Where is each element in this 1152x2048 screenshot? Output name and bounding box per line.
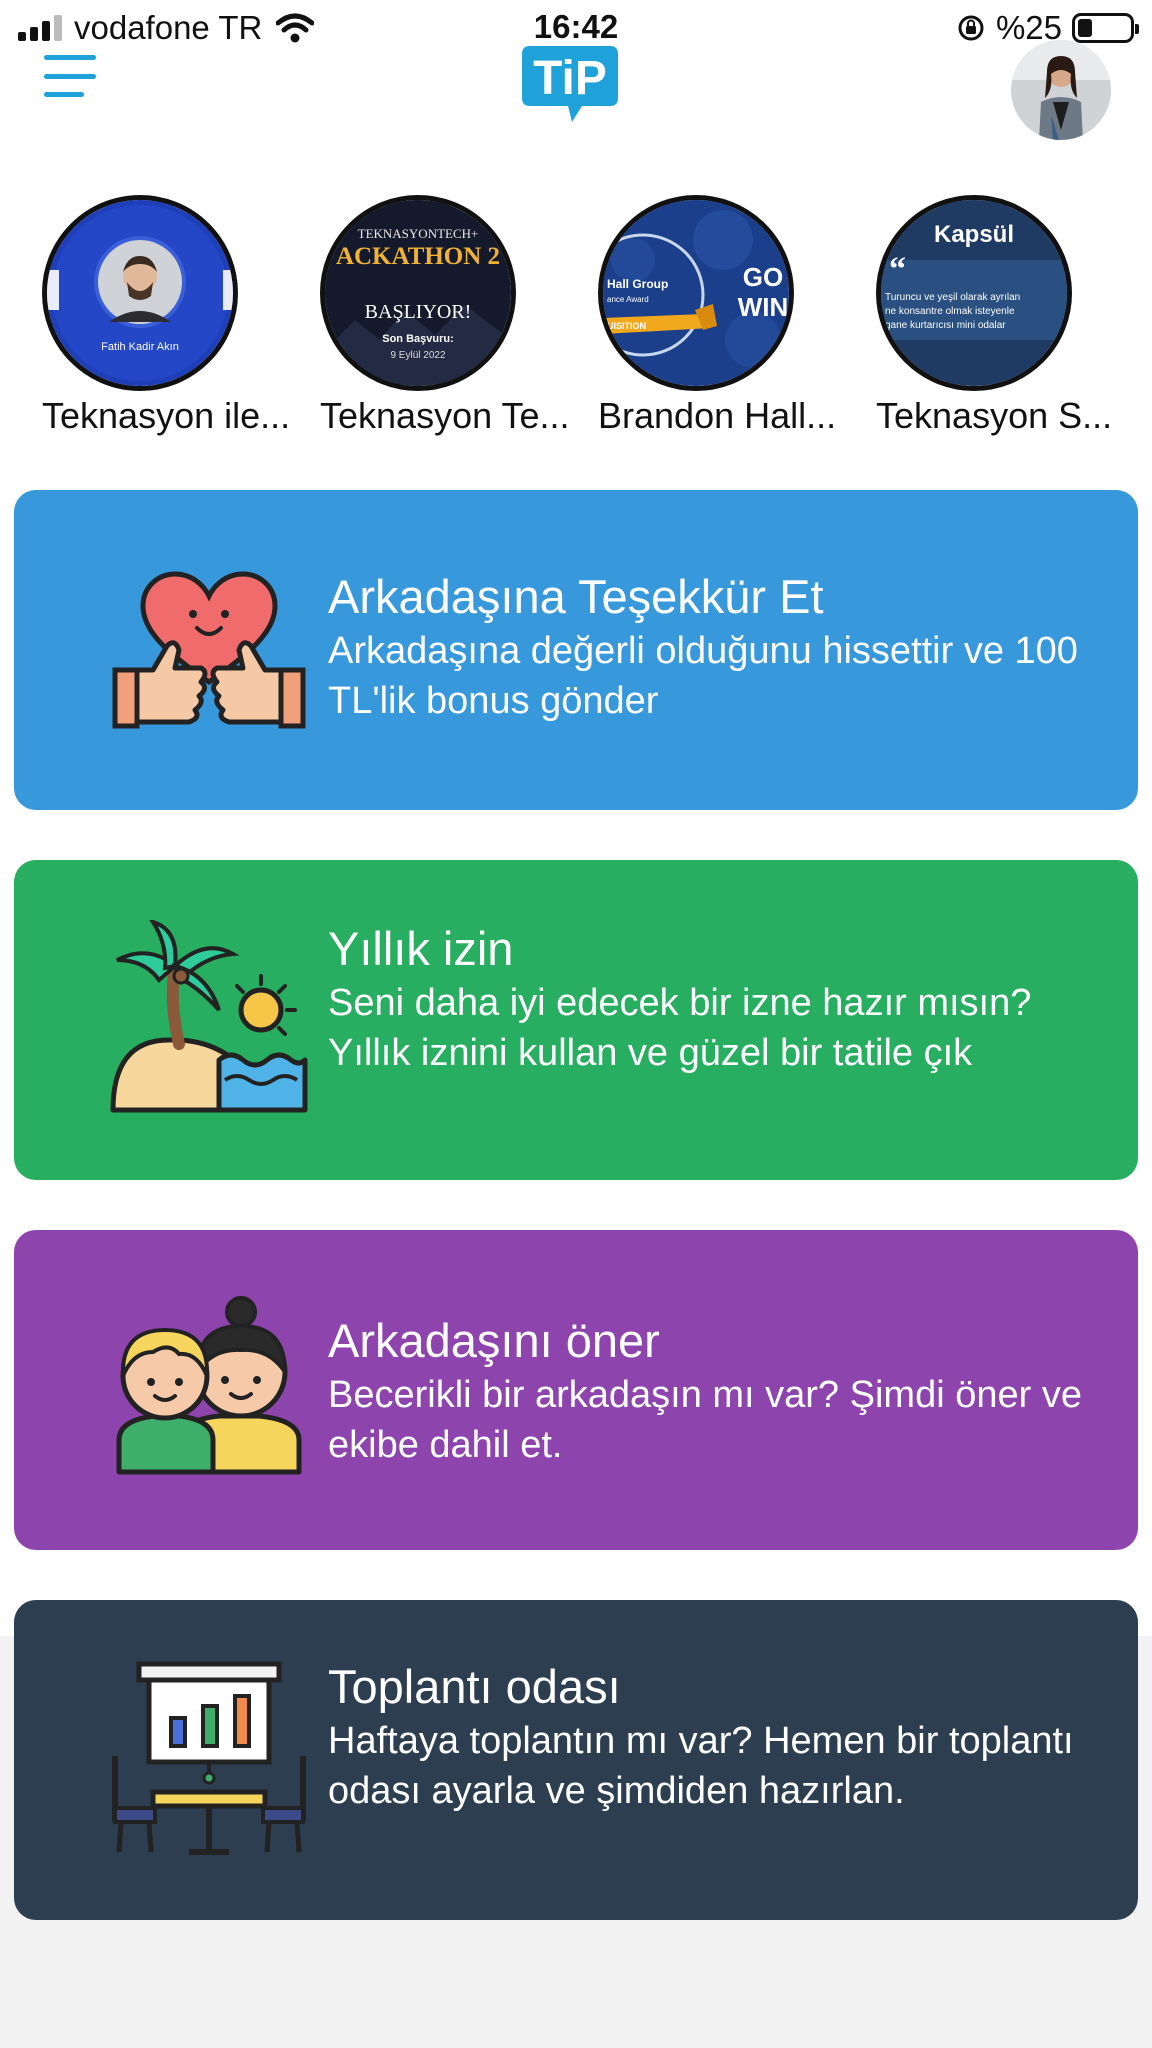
svg-text:“: “	[889, 251, 906, 288]
card-title: Toplantı odası	[328, 1660, 621, 1713]
story-image-line: Kapsül	[934, 221, 1014, 248]
story-label: Teknasyon S...	[876, 395, 1113, 436]
carrier-label: vodafone TR	[74, 9, 263, 46]
story-label: Teknasyon Te...	[320, 395, 570, 436]
story-image-line: Son Başvuru:	[382, 333, 454, 345]
story-image-line: BAŞLIYOR!	[365, 301, 472, 323]
status-left: vodafone TR	[18, 8, 315, 48]
thank-friend-card[interactable]: Arkadaşına Teşekkür Et Arkadaşına değerl…	[14, 490, 1138, 810]
battery-icon	[1072, 13, 1139, 43]
stories-row: Fatih Kadir Akın Teknasyon ile... TEKNAS…	[0, 195, 1152, 445]
story-label: Brandon Hall...	[598, 395, 837, 436]
beach-palm-icon	[110, 920, 308, 1113]
card-text: Arkadaşını öner Becerikli bir arkadaşın …	[328, 1312, 1088, 1470]
story-image-line: Hall Group	[607, 277, 668, 291]
story-thumbnail: Hall Group ance Award UISITION GO WIN	[598, 195, 794, 391]
heart-thumbs-up-icon	[112, 571, 306, 729]
story-image-line: 9 Eylül 2022	[390, 350, 445, 361]
friends-icon	[116, 1296, 302, 1475]
refer-friend-card[interactable]: Arkadaşını öner Becerikli bir arkadaşın …	[14, 1230, 1138, 1550]
card-title: Yıllık izin	[328, 922, 514, 975]
story-thumbnail: TEKNASYONTECH+ ACKATHON 2 BAŞLIYOR! Son …	[320, 195, 516, 391]
card-title: Arkadaşına Teşekkür Et	[328, 570, 824, 623]
story-item[interactable]: TEKNASYONTECH+ ACKATHON 2 BAŞLIYOR! Son …	[320, 195, 595, 445]
profile-avatar[interactable]	[1011, 40, 1111, 140]
story-thumbnail: Kapsül “ Turuncu ve yeşil olarak ayrılan…	[876, 195, 1072, 391]
menu-button[interactable]	[44, 55, 100, 97]
card-description: Arkadaşına değerli olduğunu hissettir ve…	[328, 630, 1078, 722]
story-image-line: UISITION	[607, 321, 646, 331]
meeting-room-card[interactable]: Toplantı odası Haftaya toplantın mı var?…	[14, 1600, 1138, 1920]
story-image-line: WIN	[738, 292, 789, 322]
story-image-line: Turuncu ve yeşil olarak ayrılan	[885, 292, 1020, 303]
menu-line	[44, 55, 96, 60]
menu-line	[44, 92, 84, 97]
story-image-line: GO	[743, 262, 783, 292]
card-title: Arkadaşını öner	[328, 1314, 660, 1367]
story-image-line: TEKNASYONTECH+	[358, 226, 479, 241]
app-logo[interactable]: TiP	[520, 42, 620, 126]
menu-line	[44, 73, 96, 79]
story-item[interactable]: Fatih Kadir Akın Teknasyon ile...	[42, 195, 317, 445]
story-label: Teknasyon ile...	[42, 395, 291, 436]
annual-leave-card[interactable]: Yıllık izin Seni daha iyi edecek bir izn…	[14, 860, 1138, 1180]
card-description: Haftaya toplantın mı var? Hemen bir topl…	[328, 1720, 1074, 1812]
card-description: Seni daha iyi edecek bir izne hazır mısı…	[328, 982, 1032, 1074]
story-image-line: ne konsantre olmak isteyenle	[885, 306, 1015, 317]
story-image-line: ance Award	[607, 295, 649, 304]
story-image-line: ACKATHON 2	[336, 243, 500, 270]
story-item[interactable]: Hall Group ance Award UISITION GO WIN Br…	[598, 195, 873, 445]
card-text: Yıllık izin Seni daha iyi edecek bir izn…	[328, 920, 1088, 1078]
card-description: Becerikli bir arkadaşın mı var? Şimdi ön…	[328, 1374, 1082, 1466]
logo-text: TiP	[533, 52, 607, 105]
signal-icon	[18, 15, 62, 41]
story-item[interactable]: Kapsül “ Turuncu ve yeşil olarak ayrılan…	[876, 195, 1151, 445]
wifi-icon	[276, 13, 315, 43]
meeting-room-icon	[112, 1661, 306, 1855]
story-thumbnail: Fatih Kadir Akın	[42, 195, 238, 391]
card-text: Arkadaşına Teşekkür Et Arkadaşına değerl…	[328, 568, 1088, 726]
story-image-caption: Fatih Kadir Akın	[101, 341, 179, 353]
card-text: Toplantı odası Haftaya toplantın mı var?…	[328, 1658, 1088, 1816]
rotation-lock-icon	[958, 15, 984, 41]
story-image-line: gane kurtarıcısı mini odalar	[885, 320, 1006, 331]
